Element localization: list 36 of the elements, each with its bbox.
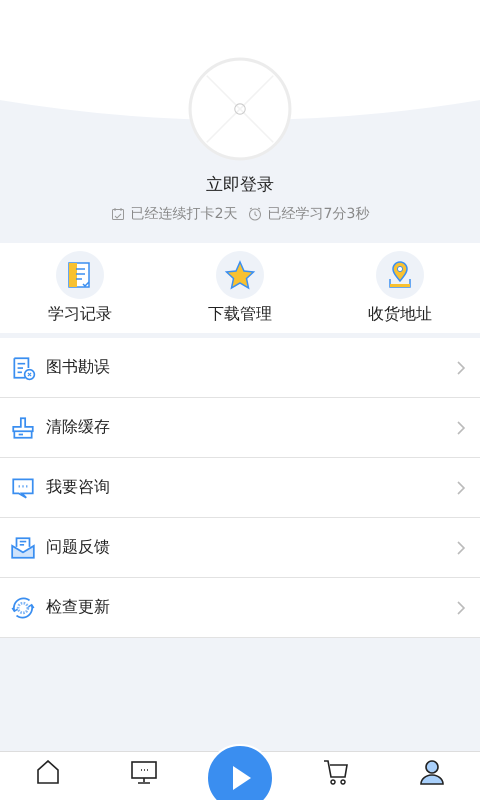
brush-icon (10, 414, 36, 440)
clock-icon (248, 207, 262, 221)
refresh-icon (10, 594, 36, 620)
shortcut-label: 收货地址 (368, 304, 432, 325)
notebook-icon (56, 251, 104, 299)
shortcut-label: 学习记录 (48, 304, 112, 325)
user-icon (418, 758, 446, 786)
shortcut-item[interactable]: 下载管理 (190, 251, 290, 325)
menu-label: 我要咨询 (46, 477, 111, 498)
shortcut-item[interactable]: 学习记录 (30, 251, 130, 325)
cart-icon (322, 758, 350, 786)
chevron-icon (456, 600, 466, 616)
monitor-icon (130, 758, 158, 786)
chevron-icon (456, 420, 466, 436)
menu-label: 问题反馈 (46, 537, 111, 558)
shortcut-item[interactable]: 收货地址 (350, 251, 450, 325)
study-time-text: 已经学习7分3秒 (268, 205, 370, 223)
menu-item[interactable]: 我要咨询 (0, 458, 480, 518)
play-button[interactable] (206, 744, 274, 800)
menu-item[interactable]: 检查更新 (0, 578, 480, 638)
chevron-icon (456, 480, 466, 496)
menu-label: 检查更新 (46, 597, 111, 618)
menu-label: 图书勘误 (46, 357, 111, 378)
home-icon (34, 758, 62, 786)
location-icon (376, 251, 424, 299)
envelope-icon (10, 534, 36, 560)
chevron-icon (456, 540, 466, 556)
menu-item[interactable]: 清除缓存 (0, 398, 480, 458)
calendar-icon (110, 207, 125, 221)
menu-item[interactable]: 问题反馈 (0, 518, 480, 578)
login-link[interactable]: 立即登录 (206, 173, 274, 196)
chevron-icon (456, 360, 466, 376)
menu-label: 清除缓存 (46, 417, 111, 438)
streak-text: 已经连续打卡2天 (130, 205, 238, 223)
shortcut-label: 下载管理 (208, 304, 272, 325)
menu-item[interactable]: 图书勘误 (0, 338, 480, 398)
